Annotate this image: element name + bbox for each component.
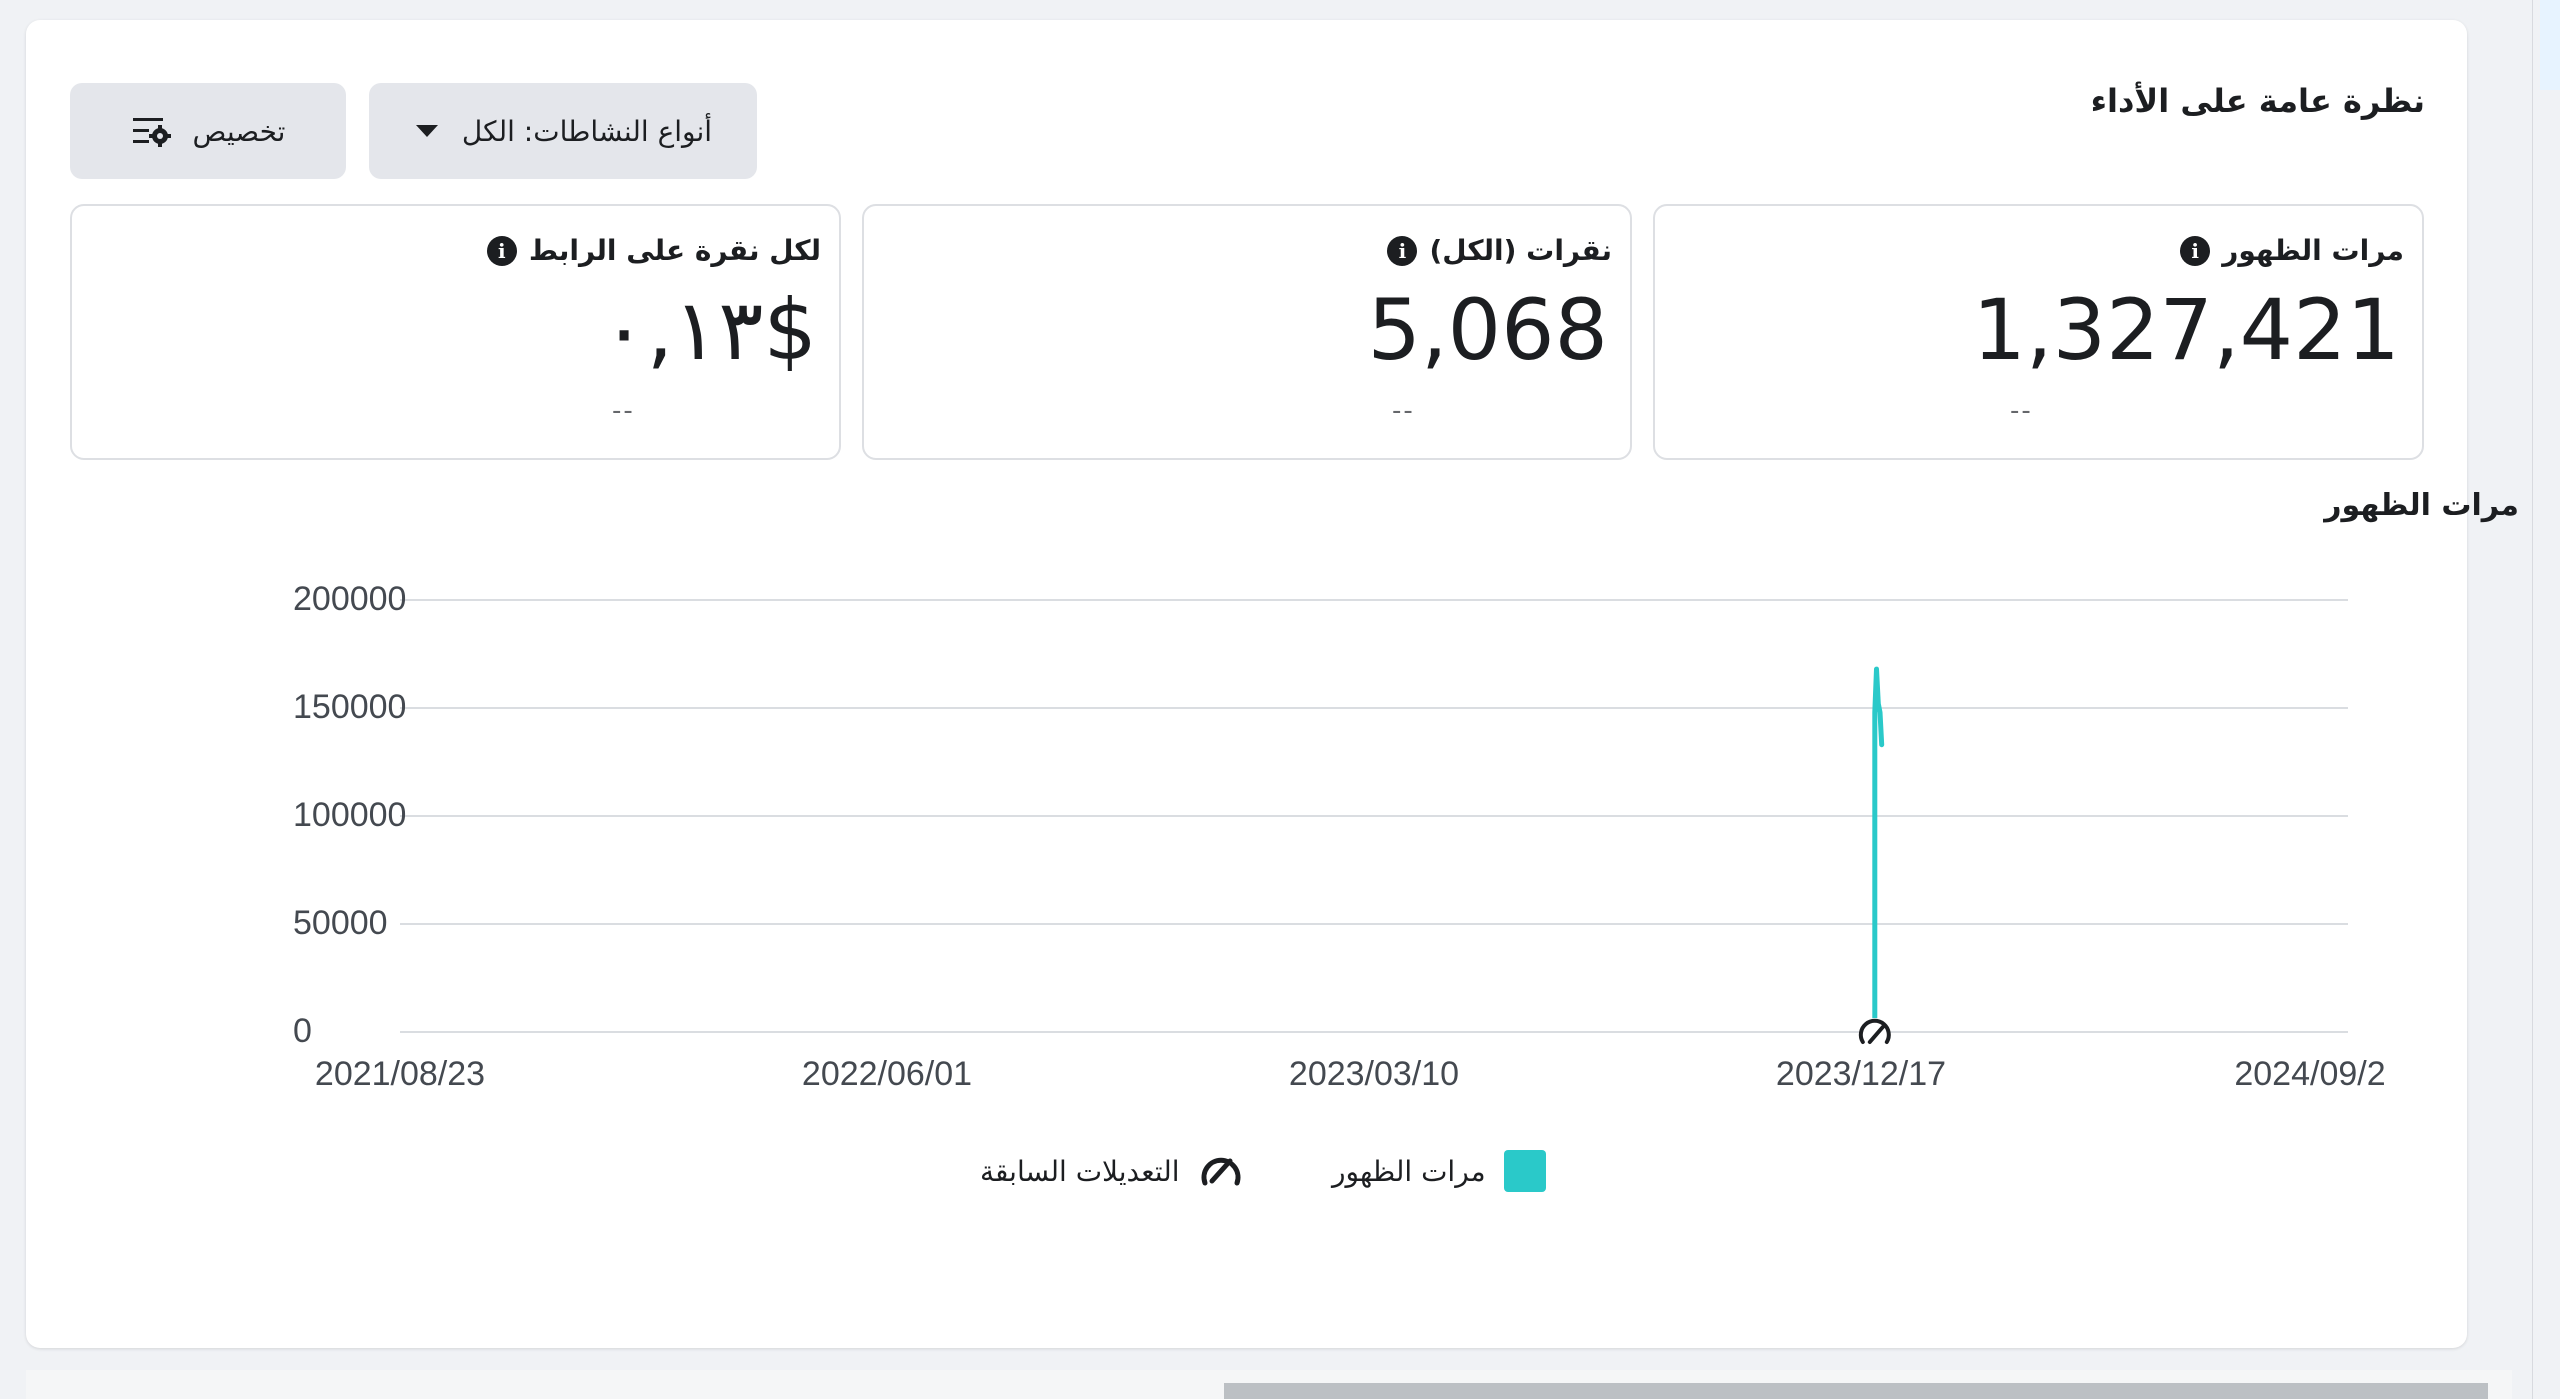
activity-types-dropdown[interactable]: أنواع النشاطات: الكل	[369, 83, 757, 179]
card-title: نظرة عامة على الأداء	[2090, 82, 2425, 120]
customize-settings-icon	[132, 118, 171, 147]
info-icon[interactable]: i	[1387, 235, 1418, 266]
side-panel-edge	[2540, 0, 2560, 90]
info-icon[interactable]: i	[486, 235, 517, 266]
chevron-down-icon	[415, 125, 438, 137]
metric-label: i نقرات (الكل)	[1387, 234, 1612, 267]
metric-value: 5,068	[1367, 281, 1608, 379]
legend-swatch	[1503, 1150, 1546, 1192]
customize-label: تخصيص	[192, 114, 286, 148]
info-icon[interactable]: i	[2180, 235, 2211, 266]
customize-button[interactable]: تخصيص	[70, 83, 346, 179]
metric-value: 1,327,421	[1972, 281, 2400, 379]
horizontal-scrollbar-thumb[interactable]	[1224, 1383, 2488, 1399]
scrollbar-divider	[2532, 0, 2533, 1399]
metric-card-cost-per-link-click: i لكل نقرة على الرابط ٠,١٣$ --	[70, 204, 841, 460]
metric-delta: --	[1392, 396, 1415, 426]
legend-item-previous-edits[interactable]: التعديلات السابقة	[980, 1147, 1244, 1195]
metric-delta: --	[2010, 396, 2033, 426]
legend-impressions-label: مرات الظهور	[1332, 1154, 1486, 1188]
metric-delta: --	[612, 396, 635, 426]
metric-value: ٠,١٣$	[601, 281, 817, 379]
metric-card-impressions: i مرات الظهور 1,327,421 --	[1653, 204, 2424, 460]
legend-item-impressions[interactable]: مرات الظهور	[1332, 1147, 1546, 1195]
previous-edits-icon	[1201, 1157, 1240, 1186]
metric-label: i مرات الظهور	[2180, 234, 2404, 267]
chart-title: مرات الظهور	[2324, 488, 2519, 523]
activity-types-label: أنواع النشاطات: الكل	[461, 114, 713, 148]
metric-label: i لكل نقرة على الرابط	[486, 234, 821, 267]
legend-edits-label: التعديلات السابقة	[980, 1154, 1180, 1188]
metric-card-clicks: i نقرات (الكل) 5,068 --	[862, 204, 1632, 460]
